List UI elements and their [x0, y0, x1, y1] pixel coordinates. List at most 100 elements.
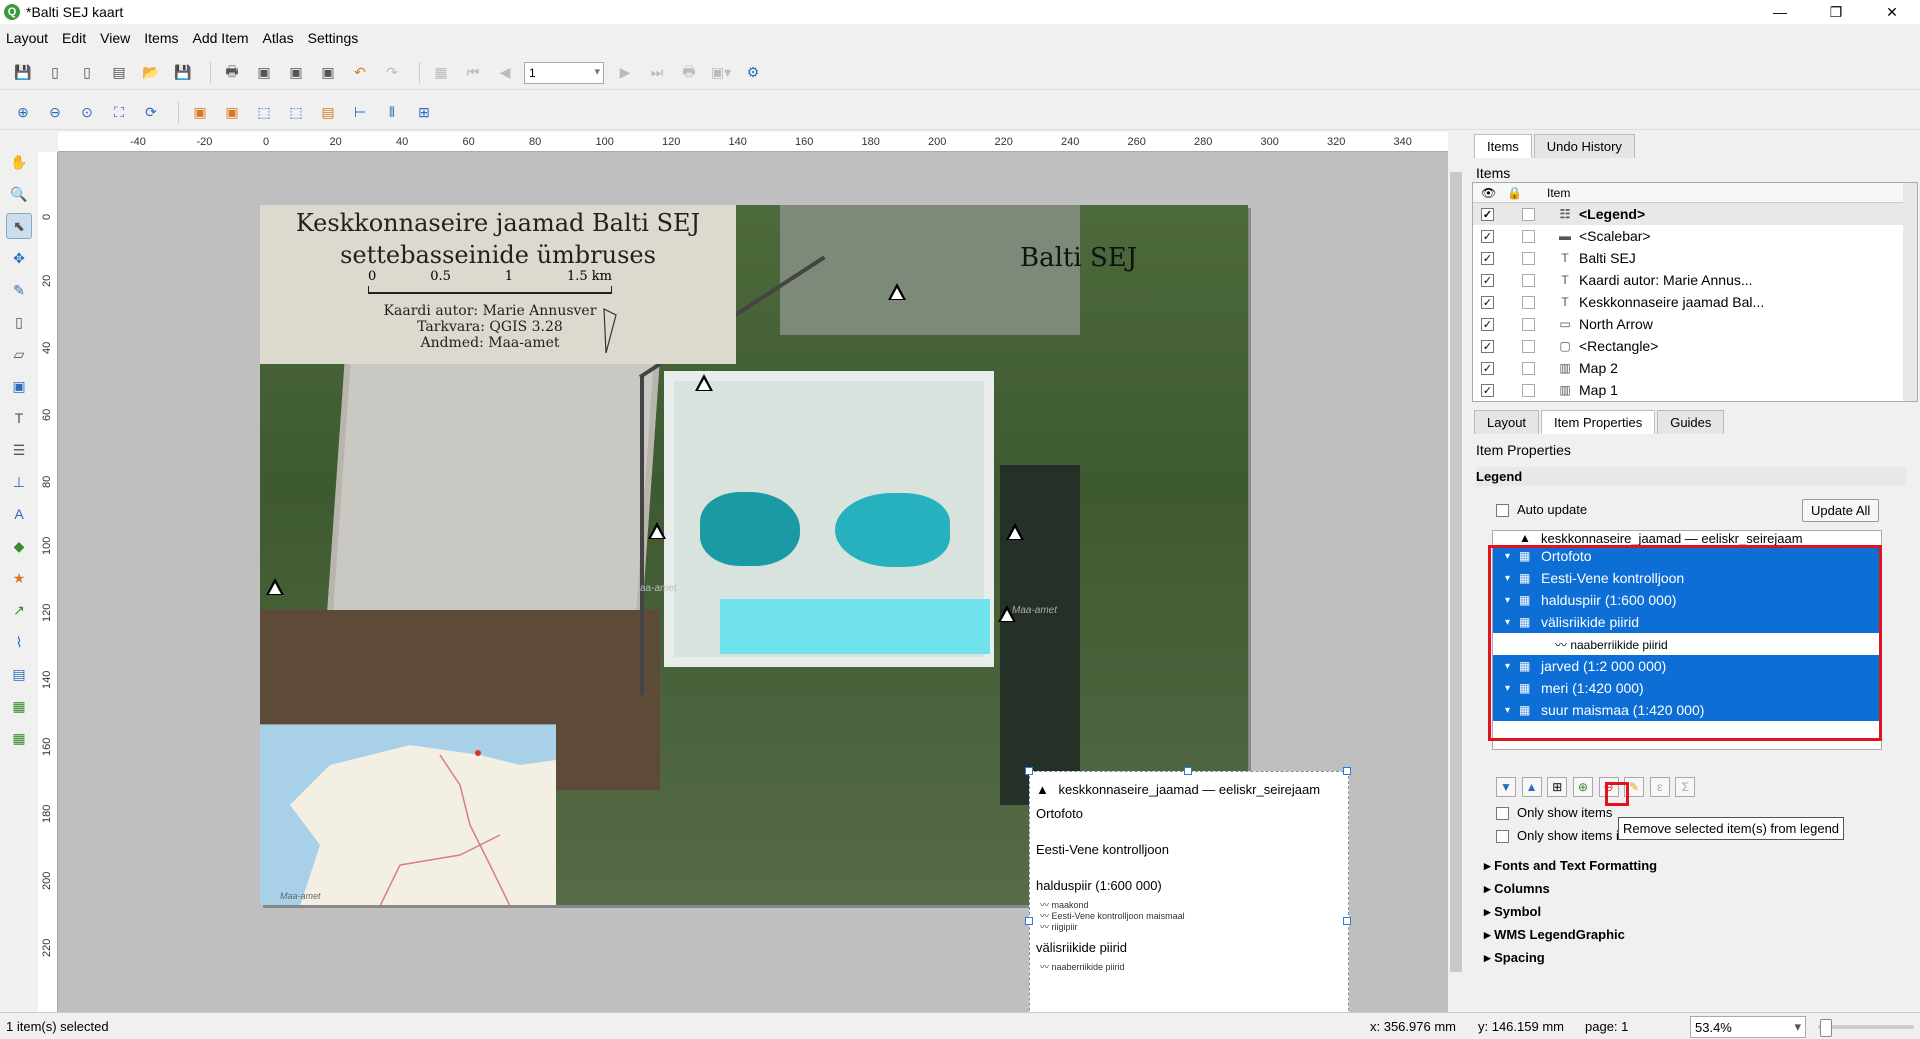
section-spacing[interactable]: ▸ Spacing	[1484, 950, 1545, 966]
add-arrow-icon[interactable]: ↗	[6, 597, 32, 623]
lock-checkbox[interactable]	[1522, 317, 1535, 331]
menu-layout[interactable]: Layout	[6, 30, 48, 46]
items-row[interactable]: ✓ ▥ Map 1	[1473, 379, 1917, 401]
duplicate-layout-icon[interactable]: ▯	[74, 60, 100, 86]
section-symbol[interactable]: ▸ Symbol	[1484, 904, 1541, 920]
export-pdf-icon[interactable]: ▣	[315, 60, 341, 86]
add-marker-icon[interactable]: ★	[6, 565, 32, 591]
add-label-icon[interactable]: T	[6, 405, 32, 431]
move-down-icon[interactable]: ▼	[1496, 777, 1516, 797]
unlock-items-icon[interactable]: ▣	[219, 100, 245, 126]
print-icon[interactable]: 🖶	[219, 60, 245, 86]
zoom-in-icon[interactable]: ⊕	[10, 100, 36, 126]
legend-tree-row[interactable]: ▲ keskkonnaseire_jaamad — eeliskr_seireja…	[1493, 531, 1881, 545]
lock-checkbox[interactable]	[1522, 229, 1535, 243]
items-row[interactable]: ✓ ☷ <Legend>	[1473, 203, 1917, 225]
items-row[interactable]: ✓ ▢ <Rectangle>	[1473, 335, 1917, 357]
items-row[interactable]: ✓ ▬ <Scalebar>	[1473, 225, 1917, 247]
menu-add-item[interactable]: Add Item	[193, 30, 249, 46]
visibility-checkbox[interactable]: ✓	[1481, 317, 1494, 331]
open-template-icon[interactable]: 📂	[138, 60, 164, 86]
layout-manager-icon[interactable]: ▤	[106, 60, 132, 86]
tab-item-properties[interactable]: Item Properties	[1541, 410, 1656, 434]
menu-view[interactable]: View	[100, 30, 130, 46]
edit-nodes-icon[interactable]: ✎	[6, 277, 32, 303]
zoom-full-icon[interactable]: ⛶	[106, 100, 132, 126]
add-legend-icon[interactable]: ☰	[6, 437, 32, 463]
minimize-button[interactable]: —	[1752, 4, 1808, 21]
resize-icon[interactable]: ⊞	[411, 100, 437, 126]
atlas-page-spinbox[interactable]: 1	[524, 61, 604, 84]
restore-button[interactable]: ❐	[1808, 4, 1864, 21]
menu-edit[interactable]: Edit	[62, 30, 86, 46]
zoom-tool-icon[interactable]: 🔍	[6, 181, 32, 207]
update-all-button[interactable]: Update All	[1802, 499, 1880, 522]
scalebar[interactable]: 0 0.5 1 1.5 km	[368, 269, 612, 294]
inset-map[interactable]: Maa-amet	[260, 724, 556, 905]
add-picture-icon[interactable]: ▣	[6, 373, 32, 399]
ungroup-items-icon[interactable]: ⬚	[283, 100, 309, 126]
items-row[interactable]: ✓ T Kaardi autor: Marie Annus...	[1473, 269, 1917, 291]
visibility-checkbox[interactable]: ✓	[1481, 295, 1494, 309]
lock-checkbox[interactable]	[1522, 361, 1535, 375]
zoom-select[interactable]: 53.4%	[1690, 1016, 1806, 1038]
section-wms[interactable]: ▸ WMS LegendGraphic	[1484, 927, 1625, 943]
items-row[interactable]: ✓ T Balti SEJ	[1473, 247, 1917, 269]
lock-items-icon[interactable]: ▣	[187, 100, 213, 126]
zoom-out-icon[interactable]: ⊖	[42, 100, 68, 126]
pan-icon[interactable]: ✋	[6, 149, 32, 175]
add-node-item-icon[interactable]: ⌇	[6, 629, 32, 655]
move-content-icon[interactable]: ✥	[6, 245, 32, 271]
atlas-settings-icon[interactable]: ⚙	[740, 60, 766, 86]
tab-items[interactable]: Items	[1474, 134, 1532, 158]
add-fixed-table-icon[interactable]: ▦	[6, 725, 32, 751]
export-svg-icon[interactable]: ▣	[283, 60, 309, 86]
save-template-icon[interactable]: 💾	[170, 60, 196, 86]
legend-item[interactable]: ▲ keskkonnaseire_jaamad — eeliskr_seirej…	[1025, 767, 1351, 1012]
lock-checkbox[interactable]	[1522, 207, 1535, 221]
visibility-checkbox[interactable]: ✓	[1481, 207, 1494, 221]
add-north-arrow-icon[interactable]: A	[6, 501, 32, 527]
visibility-checkbox[interactable]: ✓	[1481, 273, 1494, 287]
tab-layout[interactable]: Layout	[1474, 410, 1540, 434]
add-scalebar-icon[interactable]: ⊥	[6, 469, 32, 495]
section-fonts[interactable]: ▸ Fonts and Text Formatting	[1484, 858, 1657, 874]
move-up-icon[interactable]: ▲	[1521, 777, 1542, 797]
add-attribute-table-icon[interactable]: ▦	[6, 693, 32, 719]
section-columns[interactable]: ▸ Columns	[1484, 881, 1550, 897]
items-row[interactable]: ✓ ▭ North Arrow	[1473, 313, 1917, 335]
menu-settings[interactable]: Settings	[308, 30, 359, 46]
north-arrow-icon[interactable]	[600, 305, 620, 355]
visibility-checkbox[interactable]: ✓	[1481, 383, 1494, 397]
zoom-actual-icon[interactable]: ⊙	[74, 100, 100, 126]
credits-label[interactable]: Kaardi autor: Marie Annusver Tarkvara: Q…	[370, 303, 610, 351]
new-layout-icon[interactable]: ▯	[42, 60, 68, 86]
tab-undo-history[interactable]: Undo History	[1533, 134, 1635, 158]
visibility-checkbox[interactable]: ✓	[1481, 251, 1494, 265]
zoom-slider[interactable]	[1818, 1019, 1914, 1037]
menu-items[interactable]: Items	[144, 30, 178, 46]
visibility-checkbox[interactable]: ✓	[1481, 361, 1494, 375]
group-items-icon[interactable]: ⬚	[251, 100, 277, 126]
add-item-icon[interactable]: ⊕	[1572, 777, 1593, 797]
lock-checkbox[interactable]	[1522, 251, 1535, 265]
select-move-icon[interactable]: ⬉	[6, 213, 32, 239]
lock-checkbox[interactable]	[1522, 273, 1535, 287]
items-row[interactable]: ✓ T Keskkonnaseire jaamad Bal...	[1473, 291, 1917, 313]
add-shape-icon[interactable]: ◆	[6, 533, 32, 559]
auto-update-checkbox[interactable]: Auto update	[1496, 502, 1587, 518]
layout-canvas[interactable]: Balti SEJ aa-amet Maa-amet Keskkonnaseir…	[58, 152, 1448, 1012]
only-show-items-checkbox[interactable]: Only show items	[1496, 805, 1612, 821]
tab-guides[interactable]: Guides	[1657, 410, 1725, 434]
undo-icon[interactable]: ↶	[347, 60, 373, 86]
menu-atlas[interactable]: Atlas	[263, 30, 294, 46]
export-image-icon[interactable]: ▣	[251, 60, 277, 86]
align-left-icon[interactable]: ⊢	[347, 100, 373, 126]
add-html-icon[interactable]: ▤	[6, 661, 32, 687]
canvas-scrollbar[interactable]	[1448, 152, 1464, 1012]
lock-checkbox[interactable]	[1522, 295, 1535, 309]
items-row[interactable]: ✓ ▥ Map 2	[1473, 357, 1917, 379]
title-rectangle[interactable]: Keskkonnaseire jaamad Balti SEJ settebas…	[260, 205, 736, 364]
visibility-checkbox[interactable]: ✓	[1481, 229, 1494, 243]
add-3d-map-icon[interactable]: ▱	[6, 341, 32, 367]
